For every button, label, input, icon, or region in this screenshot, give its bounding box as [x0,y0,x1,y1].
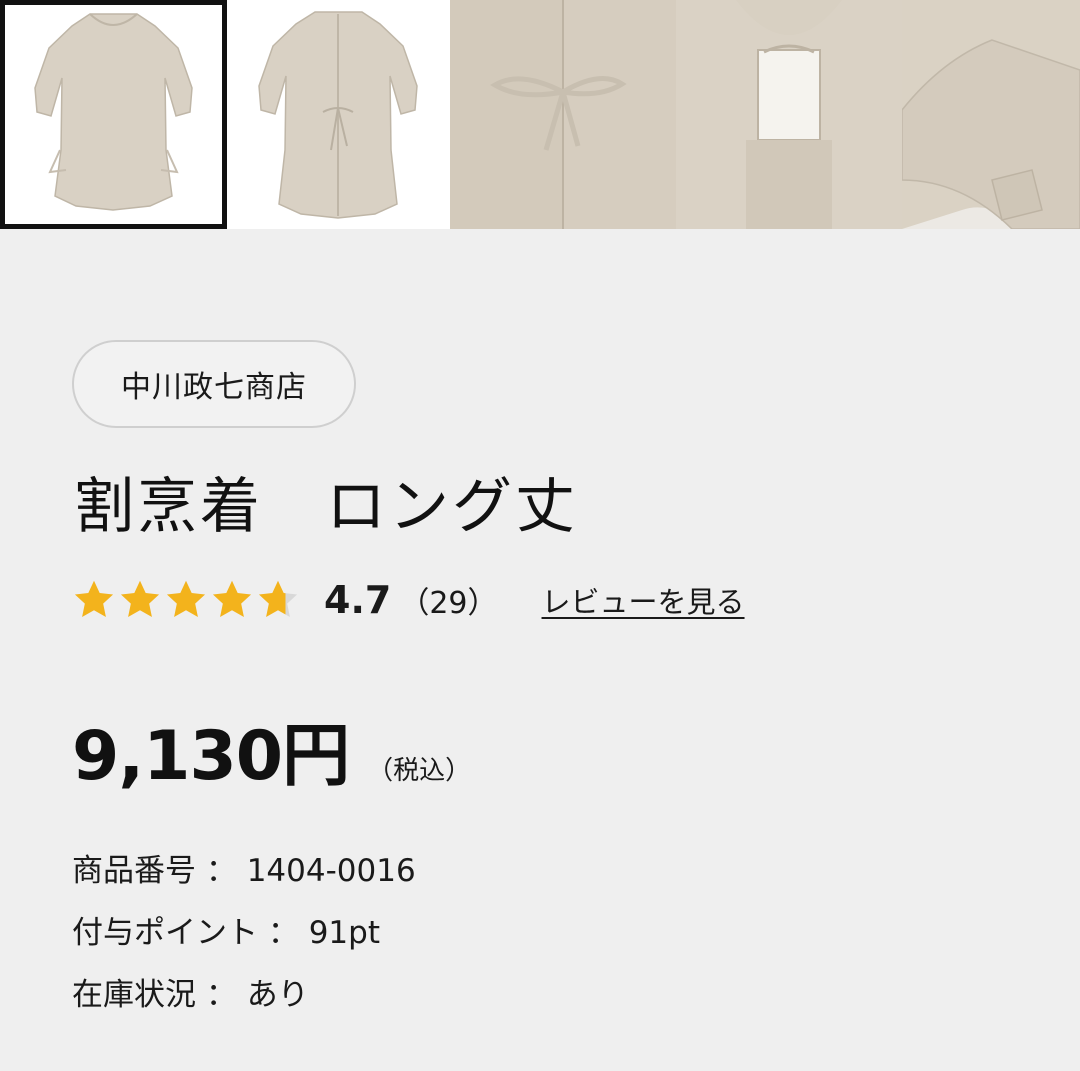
shop-name: 中川政七商店 [121,370,307,405]
product-specs: 商品番号 ： 1404-0016 付与ポイント ： 91pt 在庫状況 ： あり [72,840,416,1026]
review-count: （29） [399,586,498,621]
shop-name-badge[interactable]: 中川政七商店 [72,340,356,428]
star-rating [72,578,302,622]
gallery-thumb-ties[interactable] [450,0,676,229]
gallery-thumb-neck[interactable] [676,0,902,229]
gallery-thumb-sleeve[interactable] [902,0,1080,229]
star-icon [212,580,252,618]
stock-status: 在庫状況 ： あり [72,977,309,1013]
gallery-thumb-front[interactable] [0,0,227,229]
star-icon [258,580,298,618]
star-icon [120,580,160,618]
sleeve-cuff-closeup-image [902,0,1080,229]
star-icon [166,580,206,618]
price-row: 9,130円 （税込） [72,700,471,799]
back-ties-closeup-image [450,0,676,229]
reward-points: 付与ポイント ： 91pt [72,915,380,951]
tax-note: （税込） [367,756,472,786]
product-image-gallery [0,0,1080,229]
back-view-image [227,0,450,229]
product-code: 商品番号 ： 1404-0016 [72,853,416,889]
front-view-image [0,0,227,229]
rating-row: 4.7 （29） レビューを見る [72,574,745,626]
gallery-thumb-back[interactable] [227,0,450,229]
star-icon [74,580,114,618]
rating-value: 4.7 [324,578,392,622]
view-reviews-link[interactable]: レビューを見る [542,579,745,621]
neck-opening-closeup-image [676,0,902,229]
product-title: 割烹着 ロング丈 [74,472,578,542]
price: 9,130円 [72,717,350,796]
